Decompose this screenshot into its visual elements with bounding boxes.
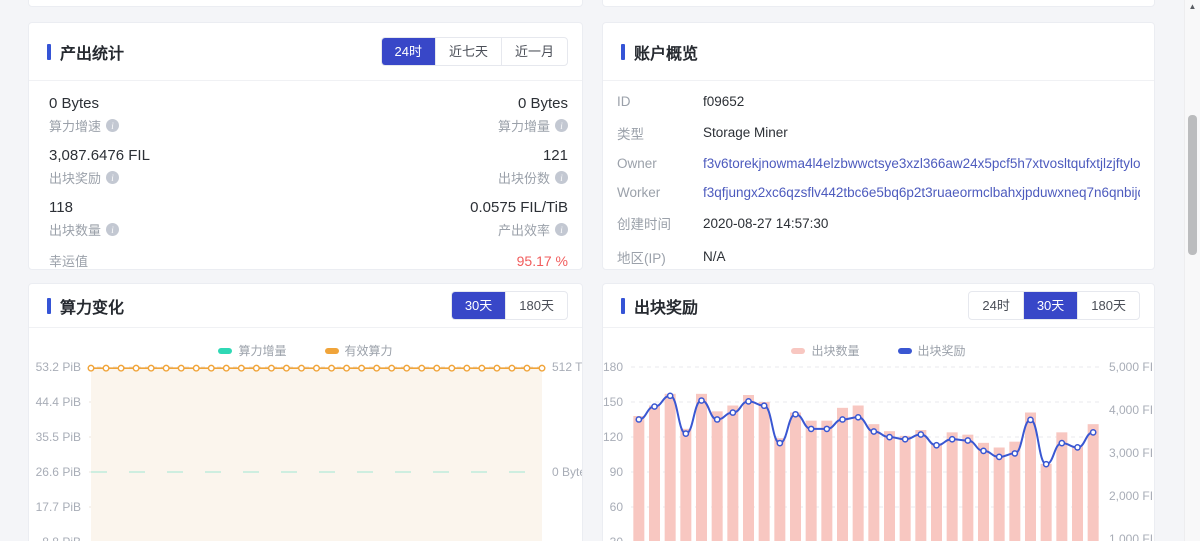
power-header: 算力变化 30天 180天 [29,284,582,328]
stat-block-shares: 121 出块份数i [498,147,568,187]
legend-block-count[interactable]: 出块数量 [791,342,859,359]
svg-text:8.8 PiB: 8.8 PiB [42,535,81,541]
legend-effective-hashrate[interactable]: 有效算力 [325,342,393,359]
legend-block-reward[interactable]: 出块奖励 [898,342,966,359]
svg-text:512 TiB: 512 TiB [552,361,582,374]
info-icon[interactable]: i [555,119,568,132]
svg-text:53.2 PiB: 53.2 PiB [36,361,81,374]
stat-row: 0 Bytes 算力增速i 0 Bytes 算力增量i [49,95,568,135]
output-stats-body: 0 Bytes 算力增速i 0 Bytes 算力增量i 3,087.6476 F… [29,81,582,270]
power-title: 算力变化 [47,294,124,318]
previous-card-partial-right [602,0,1155,7]
reward-range-tabs: 24时 30天 180天 [968,291,1140,320]
hashrate-line-chart: 53.2 PiB 44.4 PiB 35.5 PiB 26.6 PiB 17.7 PiB… [29,361,582,541]
tab-24h[interactable]: 24时 [969,292,1022,319]
scrollbar[interactable]: ▲ [1184,0,1200,541]
owner-address-link[interactable]: f3v6torekjnowma4l4elzbwwctsye3xzl366aw24… [703,156,1140,171]
tab-180d[interactable]: 180天 [505,292,567,319]
title-accent-bar [621,44,625,60]
account-row-created: 创建时间 2020-08-27 14:57:30 [617,213,1140,233]
power-chart-legend: 算力增量 有效算力 [29,328,582,361]
stat-hashrate-increment: 0 Bytes 算力增量i [498,95,568,135]
legend-swatch [325,348,339,354]
account-row-region: 地区(IP) N/A [617,247,1140,267]
account-row-worker: Worker f3qfjungx2xc6qzsflv442tbc6e5bq6p2… [617,185,1140,200]
output-title: 产出统计 [47,40,124,64]
svg-text:26.6 PiB: 26.6 PiB [36,465,81,479]
legend-swatch [218,348,232,354]
svg-text:2,000 FIL: 2,000 FIL [1109,489,1155,503]
svg-text:180: 180 [603,361,623,374]
stat-block-count: 118 出块数量i [49,199,119,239]
info-icon[interactable]: i [555,171,568,184]
svg-text:30: 30 [610,535,624,541]
stat-output-efficiency: 0.0575 FIL/TiB 产出效率i [470,199,568,239]
info-icon[interactable]: i [106,223,119,236]
svg-text:90: 90 [610,465,624,479]
svg-text:0 Bytes: 0 Bytes [552,465,582,479]
account-row-type: 类型 Storage Miner [617,123,1140,143]
panel-title: 账户概览 [634,40,698,64]
stat-row: 3,087.6476 FIL 出块奖励i 121 出块份数i [49,147,568,187]
previous-card-partial-left [28,0,583,7]
legend-swatch [791,348,805,354]
panel-title: 出块奖励 [634,294,698,318]
power-range-tabs: 30天 180天 [451,291,568,320]
legend-hashrate-increment[interactable]: 算力增量 [218,342,286,359]
luck-percentage: 95.17 % [517,253,568,269]
panel-title: 算力变化 [60,294,124,318]
info-icon[interactable]: i [106,119,119,132]
reward-header: 出块奖励 24时 30天 180天 [603,284,1154,328]
account-body: ID f09652 类型 Storage Miner Owner f3v6tor… [603,81,1154,267]
account-row-owner: Owner f3v6torekjnowma4l4elzbwwctsye3xzl3… [617,156,1140,171]
info-icon[interactable]: i [106,171,119,184]
title-accent-bar [47,298,51,314]
scrollbar-thumb[interactable] [1188,115,1197,255]
svg-text:44.4 PiB: 44.4 PiB [36,395,81,409]
reward-chart-legend: 出块数量 出块奖励 [603,328,1154,361]
svg-text:35.5 PiB: 35.5 PiB [36,430,81,444]
tab-7d[interactable]: 近七天 [435,38,501,65]
tab-180d[interactable]: 180天 [1077,292,1139,319]
svg-text:120: 120 [603,430,623,444]
panel-hashrate-change: 算力变化 30天 180天 算力增量 有效算力 53.2 PiB 44.4 PiB… [28,283,583,541]
svg-text:5,000 FIL: 5,000 FIL [1109,361,1155,374]
title-accent-bar [621,298,625,314]
panel-account-overview: 账户概览 ID f09652 类型 Storage Miner Owner f3… [602,22,1155,270]
panel-title: 产出统计 [60,40,124,64]
panel-block-rewards: 出块奖励 24时 30天 180天 出块数量 出块奖励 180 150 120 90 6… [602,283,1155,541]
legend-swatch [898,348,912,354]
worker-address-link[interactable]: f3qfjungx2xc6qzsflv442tbc6e5bq6p2t3ruaeo… [703,185,1140,200]
tab-24h[interactable]: 24时 [382,38,435,65]
svg-text:150: 150 [603,395,623,409]
stat-block-reward: 3,087.6476 FIL 出块奖励i [49,147,150,187]
account-row-id: ID f09652 [617,94,1140,109]
reward-title: 出块奖励 [621,294,698,318]
scrollbar-up-arrow[interactable]: ▲ [1185,2,1200,11]
tab-30d[interactable]: 30天 [452,292,505,319]
reward-bar-line-chart: 180 150 120 90 60 30 5,000 FIL 4,000 FIL 3,000 F… [603,361,1155,541]
account-header: 账户概览 [603,23,1154,81]
account-title: 账户概览 [621,40,698,64]
stat-row: 118 出块数量i 0.0575 FIL/TiB 产出效率i [49,199,568,239]
title-accent-bar [47,44,51,60]
output-header: 产出统计 24时 近七天 近一月 [29,23,582,81]
tab-30d[interactable]: 30天 [1023,292,1077,319]
svg-text:1,000 FIL: 1,000 FIL [1109,532,1155,541]
panel-output-stats: 产出统计 24时 近七天 近一月 0 Bytes 算力增速i 0 Bytes 算… [28,22,583,270]
stat-hashrate-growth-speed: 0 Bytes 算力增速i [49,95,119,135]
tab-1m[interactable]: 近一月 [501,38,567,65]
svg-text:60: 60 [610,500,624,514]
stat-luck-value: 幸运值 95.17 % [49,251,568,270]
info-icon[interactable]: i [555,223,568,236]
svg-text:3,000 FIL: 3,000 FIL [1109,446,1155,460]
svg-text:17.7 PiB: 17.7 PiB [36,500,81,514]
svg-text:4,000 FIL: 4,000 FIL [1109,403,1155,417]
output-range-tabs: 24时 近七天 近一月 [381,37,569,66]
